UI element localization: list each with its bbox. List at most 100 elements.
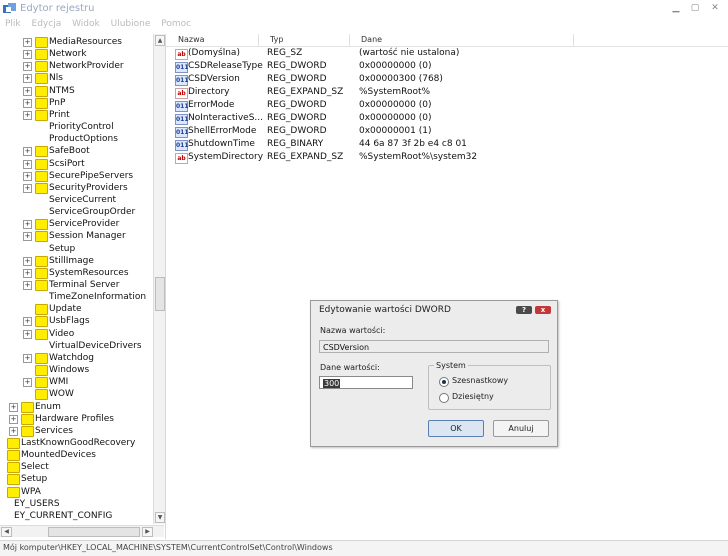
column-divider[interactable] (573, 34, 574, 46)
value-row[interactable]: 011 NoInteractiveS... REG_DWORD 0x00000000 … (166, 112, 728, 125)
expand-toggle-icon[interactable]: + (23, 281, 32, 290)
expand-toggle-icon[interactable]: + (23, 74, 32, 84)
expand-toggle-icon[interactable]: + (23, 159, 32, 169)
expand-toggle-icon[interactable]: + (23, 38, 32, 47)
expand-toggle-icon[interactable]: + (23, 171, 32, 181)
expand-toggle-icon[interactable]: + (23, 220, 32, 230)
expand-toggle-icon[interactable]: + (23, 232, 32, 242)
value-row[interactable]: 011 ShutdownTime REG_BINARY 44 6a 87 3f 2b … (166, 138, 728, 151)
expand-toggle-icon[interactable]: + (9, 402, 18, 412)
menu-ulubione[interactable]: Ulubione (111, 19, 151, 29)
scrollbar-thumb[interactable] (155, 277, 165, 311)
value-row[interactable]: ab Directory REG_EXPAND_SZ %SystemRoot% (166, 86, 728, 99)
expand-toggle-icon[interactable]: + (23, 329, 32, 339)
expand-toggle-icon[interactable]: + (23, 62, 32, 72)
radio-hexadecimal[interactable] (439, 377, 449, 387)
radio-decimal-label[interactable]: Dziesiętny (452, 392, 494, 401)
maximize-button[interactable]: ▢ (690, 4, 700, 13)
radio-hexadecimal-label[interactable]: Szesnastkowy (452, 376, 508, 385)
value-data-input[interactable]: 300 (319, 376, 413, 389)
close-button[interactable]: ✕ (710, 4, 720, 13)
column-divider[interactable] (258, 34, 259, 46)
tree-item[interactable]: + Nls (0, 72, 152, 85)
expand-toggle-icon[interactable]: + (9, 426, 18, 436)
tree-item[interactable]: + SecurePipeServers (0, 170, 152, 182)
tree-item[interactable]: + StillImage (0, 255, 152, 267)
tree-item[interactable]: + Print (0, 109, 152, 121)
tree-item[interactable]: + NetworkProvider (0, 60, 152, 73)
tree-item[interactable]: + NTMS (0, 85, 152, 97)
column-header-data[interactable]: Dane (361, 35, 382, 44)
expand-toggle-icon[interactable]: + (23, 98, 32, 108)
tree-item[interactable]: + SystemResources (0, 267, 152, 279)
value-row[interactable]: 011 ShellErrorMode REG_DWORD 0x00000001 (1) (166, 125, 728, 138)
tree-item[interactable]: + SafeBoot (0, 145, 152, 158)
expand-toggle-icon[interactable]: + (23, 86, 32, 96)
help-button[interactable]: ? (516, 306, 532, 314)
expand-toggle-icon[interactable]: + (23, 183, 32, 193)
tree-item[interactable]: EY_CURRENT_CONFIG (0, 510, 152, 522)
tree-item[interactable]: ProductOptions (0, 133, 152, 145)
value-row[interactable]: 011 CSDVersion REG_DWORD 0x00000300 (768) (166, 73, 728, 86)
column-divider[interactable] (349, 34, 350, 46)
tree-item[interactable]: + Watchdog (0, 352, 152, 364)
expand-toggle-icon[interactable]: + (23, 353, 32, 363)
tree-item[interactable]: EY_USERS (0, 498, 152, 510)
tree-item[interactable]: LastKnownGoodRecovery (0, 437, 152, 449)
tree-item[interactable]: Setup (0, 243, 152, 255)
cancel-button[interactable]: Anuluj (493, 420, 549, 437)
expand-toggle-icon[interactable]: + (23, 50, 32, 60)
tree-item[interactable]: MountedDevices (0, 449, 152, 462)
tree-item[interactable]: + Enum (0, 401, 152, 413)
tree-vertical-scrollbar[interactable]: ▲ ▼ (153, 34, 165, 524)
column-header-name[interactable]: Nazwa (178, 35, 205, 44)
expand-toggle-icon[interactable]: + (9, 414, 18, 424)
tree-item[interactable]: + Session Manager (0, 230, 152, 243)
tree-item[interactable]: ServiceGroupOrder (0, 206, 152, 218)
value-row[interactable]: 011 CSDReleaseType REG_DWORD 0x00000000 (0) (166, 60, 728, 73)
tree-item[interactable]: + Network (0, 48, 152, 61)
menu-plik[interactable]: Plik (5, 19, 21, 29)
menu-edycja[interactable]: Edycja (32, 19, 62, 29)
tree-item[interactable]: VirtualDeviceDrivers (0, 340, 152, 352)
tree-item[interactable]: PriorityControl (0, 121, 152, 133)
scroll-right-arrow-icon[interactable]: ▶ (142, 527, 153, 537)
ok-button[interactable]: OK (428, 420, 484, 437)
tree-item[interactable]: + Services (0, 425, 152, 437)
tree-item[interactable]: Windows (0, 364, 152, 377)
radio-decimal[interactable] (439, 393, 449, 403)
tree-item[interactable]: ServiceCurrent (0, 194, 152, 206)
scroll-left-arrow-icon[interactable]: ◀ (1, 527, 12, 537)
tree-item[interactable]: WPA (0, 486, 152, 498)
value-row[interactable]: ab SystemDirectory REG_EXPAND_SZ %SystemRoo… (166, 151, 728, 164)
tree-item[interactable]: + Hardware Profiles (0, 413, 152, 425)
scroll-up-arrow-icon[interactable]: ▲ (155, 35, 165, 46)
tree-item[interactable]: + MediaResources (0, 36, 152, 48)
tree-item[interactable]: + WMI (0, 376, 152, 389)
expand-toggle-icon[interactable]: + (23, 110, 32, 120)
tree-item[interactable]: + ServiceProvider (0, 218, 152, 231)
expand-toggle-icon[interactable]: + (23, 147, 32, 157)
dialog-close-button[interactable]: x (535, 306, 551, 314)
menu-pomoc[interactable]: Pomoc (161, 19, 191, 29)
scroll-down-arrow-icon[interactable]: ▼ (155, 512, 165, 523)
minimize-button[interactable]: ▁ (671, 4, 681, 13)
expand-toggle-icon[interactable]: + (23, 268, 32, 278)
tree-item[interactable]: + PnP (0, 97, 152, 109)
tree-item[interactable]: + UsbFlags (0, 315, 152, 328)
expand-toggle-icon[interactable]: + (23, 378, 32, 388)
tree-item[interactable]: + SecurityProviders (0, 182, 152, 194)
tree-item[interactable]: + ScsiPort (0, 158, 152, 170)
tree-item[interactable]: Select (0, 461, 152, 474)
scrollbar-thumb[interactable] (48, 527, 140, 537)
tree-item[interactable]: TimeZoneInformation (0, 291, 152, 303)
tree-item[interactable]: Setup (0, 473, 152, 486)
value-row[interactable]: 011 ErrorMode REG_DWORD 0x00000000 (0) (166, 99, 728, 112)
menu-widok[interactable]: Widok (72, 19, 100, 29)
tree-item[interactable]: + Terminal Server (0, 279, 152, 291)
tree-item[interactable]: + Video (0, 328, 152, 340)
tree-item[interactable]: Update (0, 303, 152, 316)
expand-toggle-icon[interactable]: + (23, 256, 32, 266)
tree-horizontal-scrollbar[interactable]: ◀ ▶ (0, 525, 164, 537)
expand-toggle-icon[interactable]: + (23, 317, 32, 327)
